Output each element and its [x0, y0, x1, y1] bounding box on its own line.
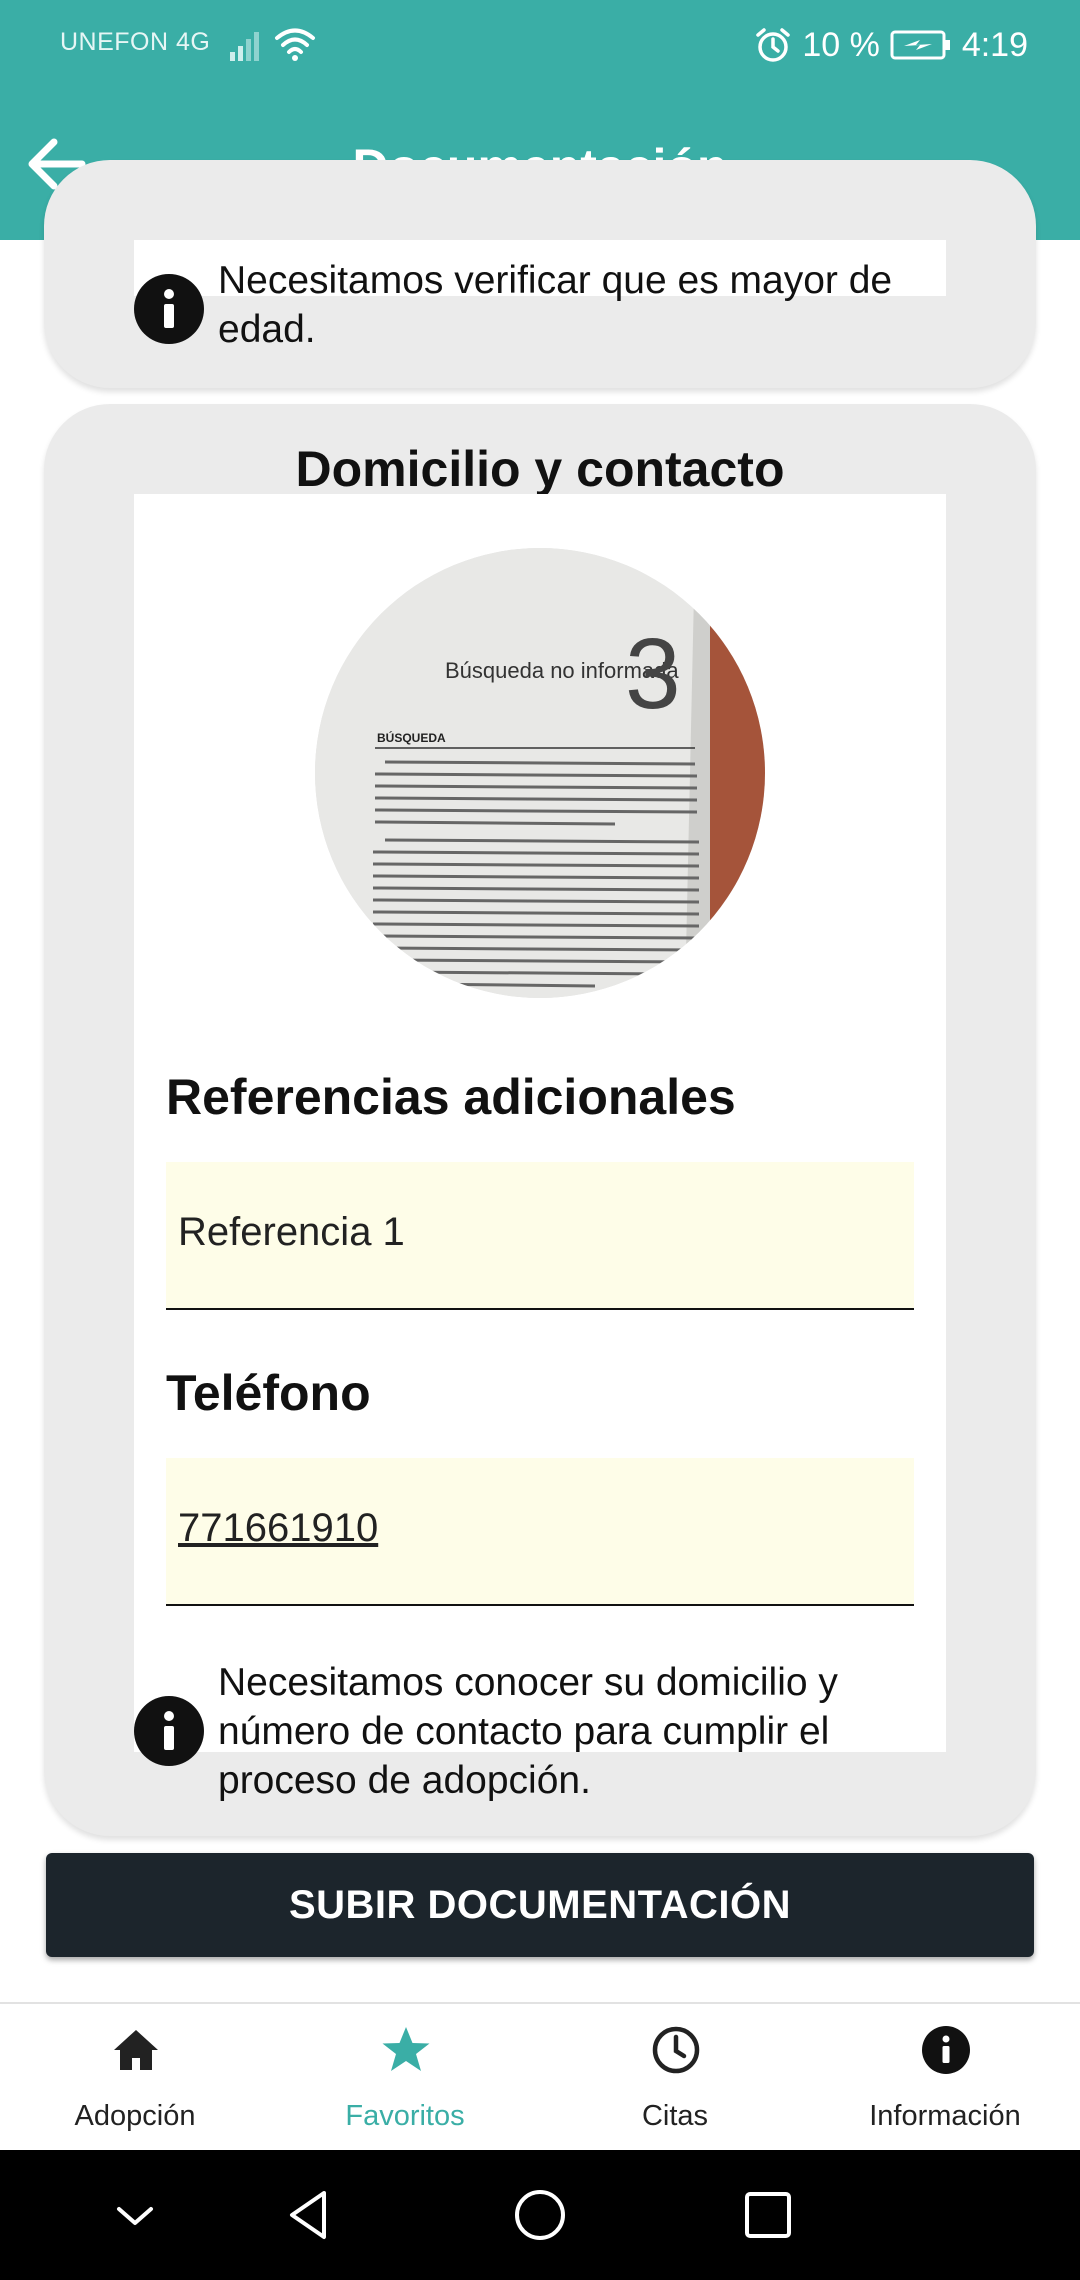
carrier-label: UNEFON 4G [60, 28, 211, 56]
nav-item-favoritos[interactable]: Favoritos [270, 2004, 540, 2152]
nav-item-citas[interactable]: Citas [540, 2004, 810, 2152]
references-label: Referencias adicionales [166, 1069, 736, 1125]
chevron-down-icon[interactable] [105, 2185, 165, 2245]
references-field[interactable]: Referencia 1 [166, 1162, 914, 1310]
nav-item-adopcion[interactable]: Adopción [0, 2004, 270, 2152]
status-bar: UNEFON 4G 10 % 4:19 [0, 0, 1080, 90]
info-icon [922, 2026, 970, 2074]
info-icon [134, 274, 204, 344]
age-verification-card: Necesitamos verificar que es mayor de ed… [44, 160, 1036, 388]
submit-documentation-button[interactable]: SUBIR DOCUMENTACIÓN [46, 1853, 1034, 1957]
signal-icon [230, 32, 259, 61]
section-title: Domicilio y contacto [295, 441, 785, 497]
photo-section: BÚSQUEDA [377, 730, 446, 745]
alarm-icon [756, 28, 791, 62]
info-icon [134, 1696, 204, 1766]
phone-field[interactable]: 771661910 [166, 1458, 914, 1606]
home-icon [114, 2030, 158, 2070]
nav-label: Favoritos [345, 2100, 465, 2132]
recents-square-icon[interactable] [738, 2185, 798, 2245]
battery-charging-icon [890, 30, 950, 60]
battery-percent: 10 % [802, 25, 880, 64]
bottom-navigation: Adopción Favoritos Citas Información [0, 2002, 1080, 2152]
nav-label: Información [869, 2100, 1021, 2132]
address-info-text: Necesitamos conocer su domicilio y númer… [218, 1661, 838, 1802]
star-icon [382, 2027, 430, 2071]
clock-icon [652, 2026, 700, 2074]
nav-item-informacion[interactable]: Información [810, 2004, 1080, 2152]
nav-label: Adopción [74, 2100, 196, 2132]
system-navigation-bar [0, 2150, 1080, 2280]
wifi-icon [275, 28, 315, 61]
phone-label: Teléfono [166, 1365, 371, 1421]
nav-label: Citas [641, 2100, 709, 2132]
clock-time: 4:19 [961, 25, 1028, 64]
phone-value: 771661910 [178, 1506, 379, 1550]
references-value: Referencia 1 [178, 1210, 405, 1254]
back-triangle-icon[interactable] [280, 2185, 340, 2245]
photo-number: 3 [625, 618, 681, 730]
age-info-text: Necesitamos verificar que es mayor de ed… [218, 259, 893, 351]
home-circle-icon[interactable] [510, 2185, 570, 2245]
document-photo[interactable]: Búsqueda no informada 3 BÚSQUEDA [315, 548, 765, 998]
